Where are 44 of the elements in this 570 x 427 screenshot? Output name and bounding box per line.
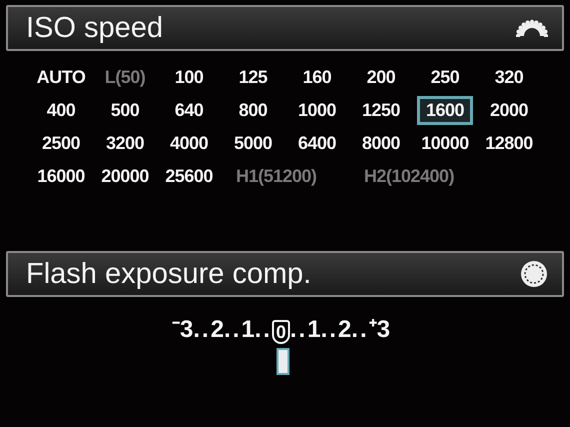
level-marker[interactable] [276, 348, 290, 375]
iso-option[interactable]: 12800 [476, 129, 542, 158]
scale-value: 0 [272, 320, 290, 344]
scale-dots: .. [254, 316, 272, 344]
iso-option[interactable]: 200 [358, 63, 404, 92]
iso-option[interactable]: 5000 [224, 129, 282, 158]
iso-option[interactable]: 1250 [352, 96, 410, 125]
scale-value: 2 [210, 316, 224, 344]
scale-value: ⁻3 [172, 315, 194, 344]
iso-option[interactable]: 4000 [160, 129, 218, 158]
scale-value: 1 [307, 316, 321, 344]
scale-dots: .. [193, 316, 211, 344]
iso-option[interactable]: 2500 [32, 129, 90, 158]
iso-option[interactable]: 25600 [156, 162, 222, 191]
iso-option[interactable]: 1600 [416, 96, 474, 125]
iso-option[interactable]: 1000 [288, 96, 346, 125]
iso-option[interactable]: 160 [294, 63, 340, 92]
iso-option[interactable]: 2000 [480, 96, 538, 125]
dial-icon [520, 260, 548, 288]
scale-dots: .. [290, 316, 308, 344]
iso-option[interactable]: 16000 [28, 162, 94, 191]
panel-title: ISO speed [26, 12, 164, 44]
iso-option[interactable]: 8000 [352, 129, 410, 158]
iso-option[interactable]: 100 [166, 63, 212, 92]
iso-option[interactable]: 3200 [96, 129, 154, 158]
iso-option[interactable]: 800 [230, 96, 276, 125]
iso-option[interactable]: 320 [486, 63, 532, 92]
iso-option[interactable]: 250 [422, 63, 468, 92]
scale-value: 2 [338, 316, 352, 344]
scale-value: 1 [241, 316, 255, 344]
scale-dots: .. [224, 316, 242, 344]
iso-option[interactable]: 10000 [412, 129, 478, 158]
scale-dots: .. [320, 316, 338, 344]
dial-icon [516, 19, 548, 37]
scale-value: ⁺3 [368, 315, 390, 344]
iso-option[interactable]: 6400 [288, 129, 346, 158]
scale-dots: .. [351, 316, 369, 344]
iso-option[interactable]: 640 [166, 96, 212, 125]
iso-option[interactable]: 20000 [92, 162, 158, 191]
panel-title: Flash exposure comp. [26, 258, 312, 290]
iso-option[interactable]: 125 [230, 63, 276, 92]
iso-option[interactable]: 500 [102, 96, 148, 125]
iso-option[interactable]: 400 [38, 96, 84, 125]
iso-option[interactable]: AUTO [28, 63, 94, 92]
